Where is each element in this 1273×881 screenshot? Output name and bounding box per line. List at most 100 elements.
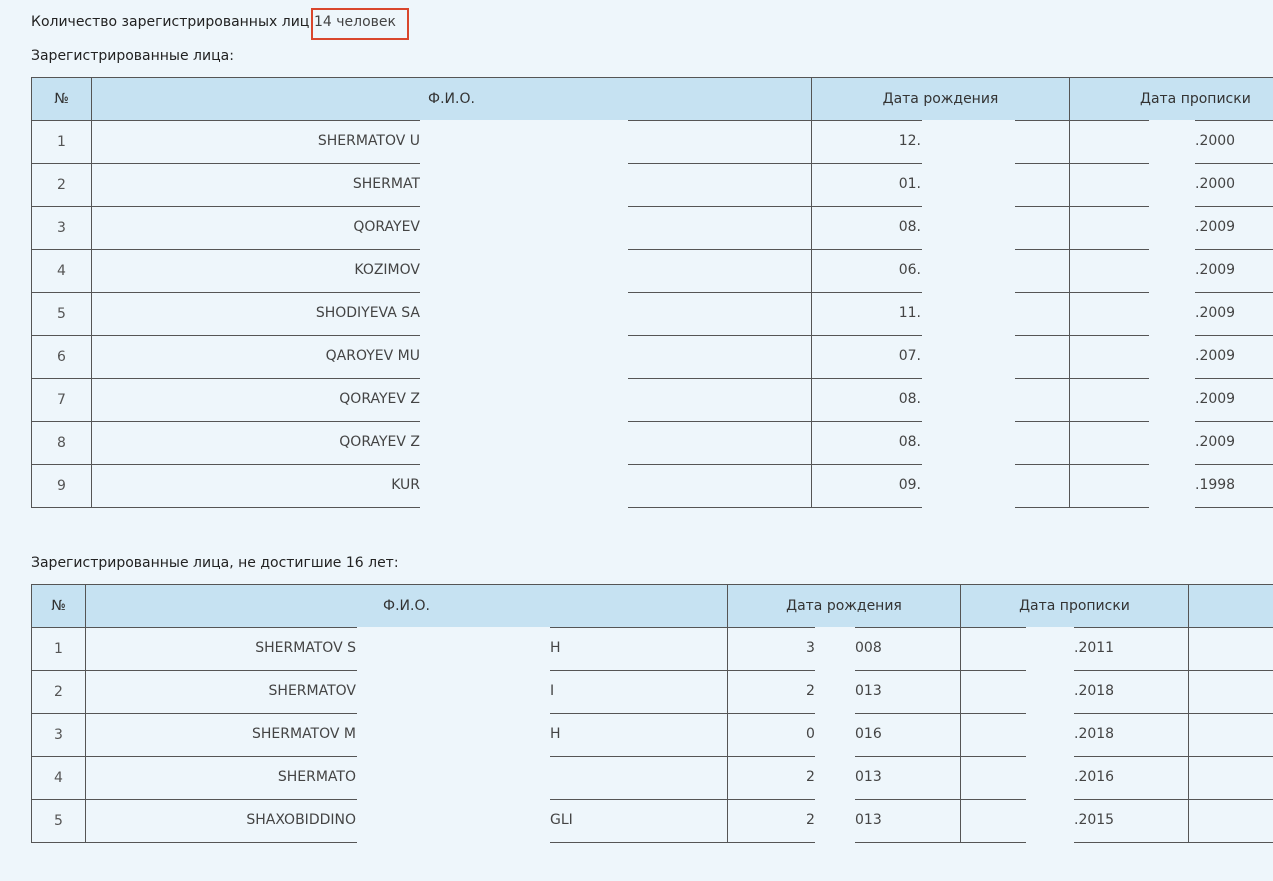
birth-part-2: 013 xyxy=(855,769,882,785)
name-cell-inner: SHERMAT xyxy=(92,163,811,207)
birth-date-cell: 08. xyxy=(811,421,1070,465)
border-fragment xyxy=(961,842,1026,843)
redaction-mask xyxy=(357,713,550,757)
name-cell: QORAYEV xyxy=(91,206,812,250)
birth-date: 01. xyxy=(898,176,921,192)
birth-cell-inner: 08. xyxy=(812,378,1069,422)
birth-part-1: 0 xyxy=(806,726,815,742)
registration-date: .1998 xyxy=(1195,477,1236,493)
top-cut-text xyxy=(30,0,710,3)
registration-date: .2000 xyxy=(1195,176,1236,192)
col-header-birth-date: Дата рождения xyxy=(727,584,961,628)
name-cell: SHERMATOV S H xyxy=(85,627,728,671)
name-cell-inner: SHERMATO xyxy=(86,756,727,800)
birth-part-1: 2 xyxy=(806,769,815,785)
name-cell: SHERMATOV I xyxy=(85,670,728,714)
col-header-fio: Ф.И.О. xyxy=(91,77,812,121)
birth-date-cell: 11. xyxy=(811,292,1070,336)
name-cell-inner: SHERMATOV S H xyxy=(86,627,727,671)
birth-date: 11. xyxy=(898,305,921,321)
table-row: 4 SHERMATO 2 013.2016 xyxy=(31,756,1273,800)
birth-date-cell: 3 008 xyxy=(727,627,961,671)
registration-date-cell: .2018 xyxy=(960,713,1189,757)
redaction-mask xyxy=(1026,756,1074,800)
registration-date-cell: .2009 xyxy=(1069,335,1273,379)
reg-cell-inner: .2009 xyxy=(1070,249,1273,293)
reg-cell-inner: .2000 xyxy=(1070,120,1273,164)
name-cell-inner: QAROYEV MU xyxy=(92,335,811,379)
reg-cell-inner: .2009 xyxy=(1070,206,1273,250)
redaction-mask xyxy=(1149,206,1195,250)
reg-cell-inner: .2015 xyxy=(961,799,1188,843)
redaction-mask xyxy=(1149,378,1195,422)
row-number: 7 xyxy=(31,378,92,422)
redaction-mask xyxy=(357,756,550,800)
border-fragment xyxy=(855,842,960,843)
redaction-mask xyxy=(922,335,1015,379)
full-name: QORAYEV Z xyxy=(339,434,420,450)
registration-date: .2015 xyxy=(1074,812,1115,828)
redaction-mask xyxy=(922,249,1015,293)
registration-date-cell: .2000 xyxy=(1069,163,1273,207)
row-number: 1 xyxy=(31,627,86,671)
col-header-registration-date: Дата прописки xyxy=(960,584,1189,628)
reg-cell-inner: .2016 xyxy=(961,756,1188,800)
birth-date: 09. xyxy=(898,477,921,493)
reg-cell-inner: .2009 xyxy=(1070,335,1273,379)
redaction-mask xyxy=(357,670,550,714)
table-row: 9 KUR 09. .1998 xyxy=(31,464,1273,508)
name-cell: SHERMATOV M H xyxy=(85,713,728,757)
extra-cell xyxy=(1188,670,1273,714)
birth-part-2: 016 xyxy=(855,726,882,742)
registration-date-cell: .2018 xyxy=(960,670,1189,714)
full-name: QORAYEV Z xyxy=(339,391,420,407)
name-cell-inner: KOZIMOV xyxy=(92,249,811,293)
row-number: 4 xyxy=(31,249,92,293)
col-header-birth-date: Дата рождения xyxy=(811,77,1070,121)
border-fragment xyxy=(1015,507,1069,508)
birth-part-2: 013 xyxy=(855,683,882,699)
registration-date: .2018 xyxy=(1074,726,1115,742)
minors-header-row: № Ф.И.О. Дата рождения Дата прописки xyxy=(31,584,1273,628)
birth-cell-inner: 2 013 xyxy=(728,756,960,800)
border-fragment xyxy=(728,842,815,843)
birth-cell-inner: 06. xyxy=(812,249,1069,293)
name-cell-inner: SHERMATOV U xyxy=(92,120,811,164)
registration-date: .2009 xyxy=(1195,391,1236,407)
birth-date-cell: 08. xyxy=(811,378,1070,422)
birth-part-2: 013 xyxy=(855,812,882,828)
registration-date-cell: .2000 xyxy=(1069,120,1273,164)
redaction-mask xyxy=(420,249,628,293)
redaction-mask xyxy=(1149,120,1195,164)
birth-cell-inner: 01. xyxy=(812,163,1069,207)
redaction-mask xyxy=(1026,627,1074,671)
registration-date-cell: .1998 xyxy=(1069,464,1273,508)
registration-date: .2000 xyxy=(1195,133,1236,149)
col-header-number: № xyxy=(31,77,92,121)
birth-date-cell: 2 013 xyxy=(727,799,961,843)
row-number: 2 xyxy=(31,163,92,207)
name-cell-inner: SHODIYEVA SA xyxy=(92,292,811,336)
name-cell: SHERMATOV U xyxy=(91,120,812,164)
border-fragment xyxy=(628,507,811,508)
registration-date: .2009 xyxy=(1195,305,1236,321)
name-cell: SHAXOBIDDINO GLI xyxy=(85,799,728,843)
birth-part-2: 008 xyxy=(855,640,882,656)
name-part-2: H xyxy=(550,726,561,742)
table-row: 3 QORAYEV 08. .2009 xyxy=(31,206,1273,250)
registration-date-cell: .2015 xyxy=(960,799,1189,843)
registration-date-cell: .2011 xyxy=(960,627,1189,671)
birth-cell-inner: 11. xyxy=(812,292,1069,336)
birth-part-1: 2 xyxy=(806,683,815,699)
table-row: 8 QORAYEV Z 08. .2009 xyxy=(31,421,1273,465)
redaction-mask xyxy=(1149,421,1195,465)
registration-date-cell: .2016 xyxy=(960,756,1189,800)
extra-cell xyxy=(1188,799,1273,843)
row-number: 5 xyxy=(31,799,86,843)
full-name: SHERMAT xyxy=(352,176,420,192)
full-name: KOZIMOV xyxy=(354,262,420,278)
redaction-mask xyxy=(420,120,628,164)
birth-date-cell: 2 013 xyxy=(727,756,961,800)
row-number: 8 xyxy=(31,421,92,465)
redaction-mask xyxy=(922,163,1015,207)
